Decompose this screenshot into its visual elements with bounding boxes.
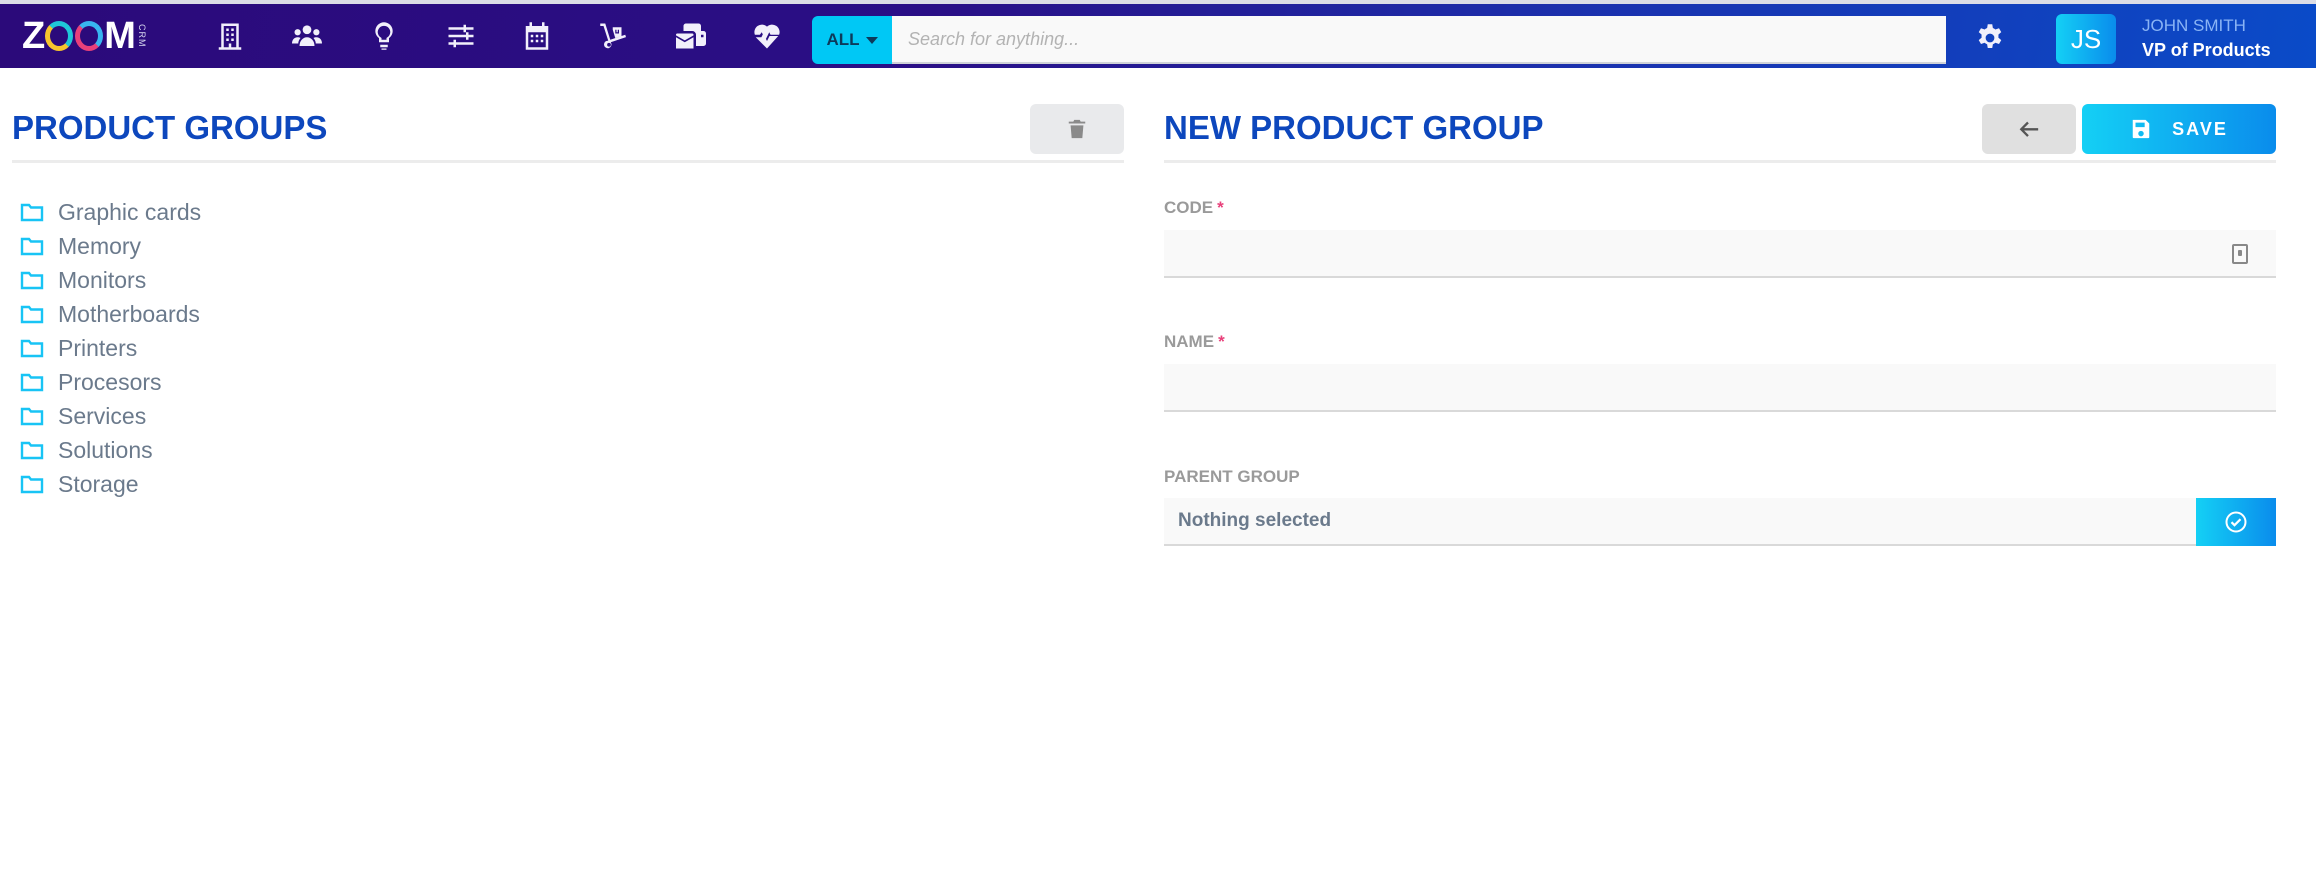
logo-letter: M — [104, 15, 136, 57]
top-navbar: Z M CRM ALL JS JOHN SMITH VP of Products — [0, 4, 2316, 68]
back-button[interactable] — [1982, 104, 2076, 154]
left-divider — [12, 160, 1124, 163]
caret-down-icon — [865, 36, 878, 44]
product-group-list: Graphic cards Memory Monitors Motherboar… — [20, 195, 201, 501]
gear-icon[interactable] — [1972, 20, 2008, 56]
right-divider — [1164, 160, 2276, 163]
trash-icon — [1068, 119, 1086, 139]
required-mark: * — [1218, 332, 1225, 351]
folder-icon — [20, 373, 44, 392]
lightbulb-icon[interactable] — [364, 18, 404, 54]
name-label: NAME * — [1164, 332, 1225, 352]
logo-sub: CRM — [136, 24, 147, 48]
list-item-label: Procesors — [58, 368, 162, 395]
list-item[interactable]: Storage — [20, 467, 201, 501]
list-item[interactable]: Printers — [20, 331, 201, 365]
list-item[interactable]: Solutions — [20, 433, 201, 467]
list-item[interactable]: Procesors — [20, 365, 201, 399]
sliders-icon[interactable] — [441, 18, 481, 54]
list-item-label: Graphic cards — [58, 198, 202, 225]
save-button[interactable]: SAVE — [2082, 104, 2276, 154]
calendar-icon[interactable] — [517, 18, 557, 54]
list-item[interactable]: Services — [20, 399, 201, 433]
folder-icon — [20, 407, 44, 426]
check-circle-icon — [2225, 511, 2247, 533]
app-logo[interactable]: Z M CRM — [22, 16, 147, 56]
delete-button[interactable] — [1030, 104, 1124, 154]
user-name[interactable]: JOHN SMITH — [2142, 16, 2246, 36]
save-label: SAVE — [2172, 118, 2228, 139]
user-avatar[interactable]: JS — [2056, 14, 2116, 64]
list-item[interactable]: Motherboards — [20, 297, 201, 331]
name-label-text: NAME — [1164, 332, 1215, 351]
list-item[interactable]: Graphic cards — [20, 195, 201, 229]
list-item-label: Services — [58, 402, 147, 429]
building-icon[interactable] — [210, 18, 250, 54]
new-product-group-title: NEW PRODUCT GROUP — [1164, 109, 1544, 146]
floppy-disk-icon — [2132, 119, 2150, 139]
name-input[interactable] — [1164, 364, 2276, 412]
product-groups-title: PRODUCT GROUPS — [12, 109, 328, 146]
code-label-text: CODE — [1164, 198, 1214, 217]
global-search-input[interactable] — [892, 16, 1946, 64]
folder-icon — [20, 339, 44, 358]
arrow-left-icon — [2019, 121, 2039, 137]
logo-letter: Z — [22, 15, 45, 57]
avatar-initials: JS — [2070, 23, 2102, 54]
parent-group-selected: Nothing selected — [1178, 510, 1332, 531]
list-item-label: Storage — [58, 470, 139, 497]
list-item[interactable]: Memory — [20, 229, 201, 263]
folder-icon — [20, 305, 44, 324]
search-scope-dropdown[interactable]: ALL — [812, 16, 892, 64]
required-mark: * — [1217, 198, 1224, 217]
heartbeat-icon[interactable] — [747, 18, 787, 54]
code-input[interactable] — [1164, 230, 2276, 278]
list-item-label: Solutions — [58, 436, 153, 463]
list-item-label: Printers — [58, 334, 138, 361]
users-icon[interactable] — [287, 18, 327, 54]
list-item-label: Motherboards — [58, 300, 200, 327]
folder-icon — [20, 441, 44, 460]
list-item[interactable]: Monitors — [20, 263, 201, 297]
folder-icon — [20, 271, 44, 290]
code-label: CODE * — [1164, 198, 1224, 218]
list-item-label: Monitors — [58, 266, 147, 293]
dolly-icon[interactable] — [594, 18, 634, 54]
parent-group-label-text: PARENT GROUP — [1164, 467, 1300, 486]
logo-o-1 — [45, 21, 74, 51]
search-scope-label: ALL — [826, 30, 860, 49]
envelope-icon[interactable] — [671, 18, 711, 54]
user-role[interactable]: VP of Products — [2142, 40, 2271, 61]
parent-group-confirm-button[interactable] — [2196, 498, 2276, 546]
parent-group-label: PARENT GROUP — [1164, 467, 1300, 487]
folder-icon — [20, 237, 44, 256]
parent-group-select[interactable]: Nothing selected — [1164, 498, 2196, 546]
autofill-icon[interactable] — [2232, 244, 2248, 264]
list-item-label: Memory — [58, 232, 142, 259]
logo-o-2 — [75, 21, 104, 51]
folder-icon — [20, 203, 44, 222]
folder-icon — [20, 475, 44, 494]
